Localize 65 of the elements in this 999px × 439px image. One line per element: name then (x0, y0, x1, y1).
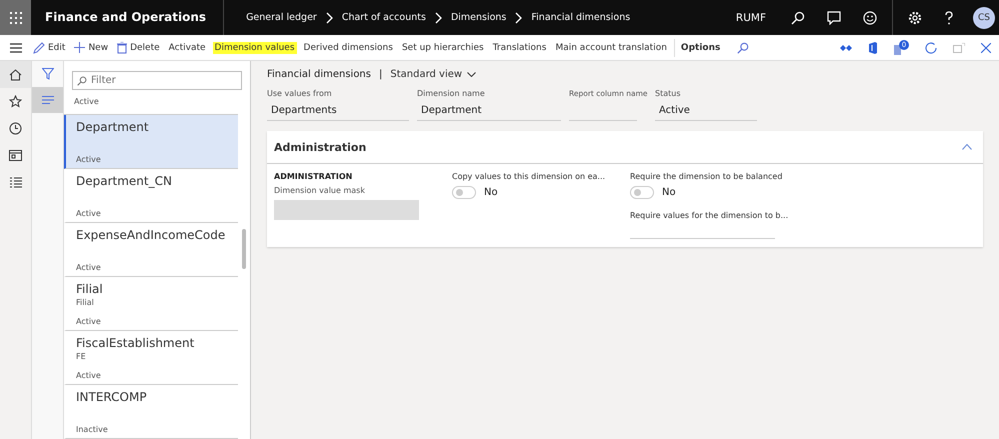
view-selector[interactable]: Standard view (390, 69, 476, 80)
app-launcher-icon[interactable] (0, 0, 31, 35)
field-label: Status (655, 89, 682, 98)
field-label: Require values for the dimension to b... (630, 211, 790, 220)
chat-icon[interactable] (827, 10, 841, 24)
office-icon[interactable] (868, 42, 878, 54)
toolbar-button[interactable]: New (72, 41, 110, 54)
toolbar-button[interactable]: Set up hierarchies (400, 42, 486, 54)
list-item[interactable]: FiscalEstablishment FE Active (64, 331, 238, 385)
item-status: Active (74, 97, 100, 106)
smiley-icon[interactable] (863, 10, 877, 24)
input-field[interactable]: Departments (267, 105, 409, 121)
list-item[interactable]: Department_CN Active (64, 169, 238, 223)
company-label[interactable]: RUMF (736, 12, 766, 24)
help-icon[interactable] (944, 10, 954, 24)
refresh-icon[interactable] (925, 42, 937, 54)
search-icon (77, 76, 87, 86)
collapse-icon[interactable] (962, 144, 972, 150)
toolbar-button[interactable]: Translations (490, 42, 548, 54)
user-avatar[interactable]: CS (973, 6, 995, 28)
list-item[interactable]: Filial Filial Active (64, 277, 238, 331)
pencil-icon (33, 42, 45, 54)
breadcrumb-link[interactable]: Financial dimensions (531, 12, 630, 23)
toolbar-button[interactable]: Delete (115, 40, 162, 54)
chevron-icon (515, 12, 522, 24)
list-item[interactable]: ExpenseAndIncomeCode Active (64, 223, 238, 277)
diamond-icon[interactable] (840, 44, 852, 52)
field-label: Use values from (267, 89, 333, 98)
list-item[interactable]: INTERCOMP Inactive (64, 385, 238, 439)
toolbar-button[interactable]: Dimension values (212, 42, 297, 54)
settings-icon[interactable] (908, 10, 922, 24)
breadcrumb-link[interactable]: General ledger (246, 12, 317, 23)
chevron-down-icon (467, 72, 476, 77)
toolbar-button[interactable]: Activate (166, 42, 208, 54)
toggle-value: No (484, 187, 498, 198)
filter-field[interactable]: Filter (72, 71, 242, 90)
field-label: Dimension value mask (274, 186, 366, 195)
close-icon[interactable] (981, 42, 991, 52)
group-title: ADMINISTRATION (274, 172, 354, 181)
notification-icon[interactable] (894, 44, 901, 54)
toggle-switch[interactable] (452, 186, 476, 199)
search-icon[interactable] (791, 10, 805, 24)
chevron-icon (326, 12, 333, 24)
chevron-icon (434, 12, 442, 24)
page-title: Financial dimensions (267, 69, 371, 80)
section-title[interactable]: Administration (274, 140, 366, 154)
breadcrumb-link[interactable]: Dimensions (450, 12, 506, 23)
title-separator: | (378, 69, 382, 80)
toolbar-button[interactable]: Derived dimensions (302, 42, 395, 54)
scrollbar-thumb[interactable] (242, 229, 246, 269)
options-tab[interactable]: Options (678, 42, 722, 54)
breadcrumb-link[interactable]: Chart of accounts (342, 12, 426, 23)
field-label: Dimension name (417, 89, 486, 98)
home-icon[interactable] (0, 61, 31, 88)
toggle-value: No (662, 187, 676, 198)
toolbar-button[interactable]: Main account translation (553, 42, 669, 54)
toggle-switch[interactable] (630, 186, 654, 199)
toolbar-button[interactable]: Edit (31, 40, 68, 54)
trash-icon (117, 42, 128, 54)
plus-icon (74, 42, 86, 53)
toggle-label: Copy values to this dimension on ea... (452, 172, 606, 181)
input-field[interactable]: Department (417, 105, 561, 121)
input-field[interactable]: Active (655, 105, 757, 121)
list-item[interactable]: Department Active (64, 115, 238, 169)
toggle-label: Require the dimension to be balanced (630, 172, 784, 181)
